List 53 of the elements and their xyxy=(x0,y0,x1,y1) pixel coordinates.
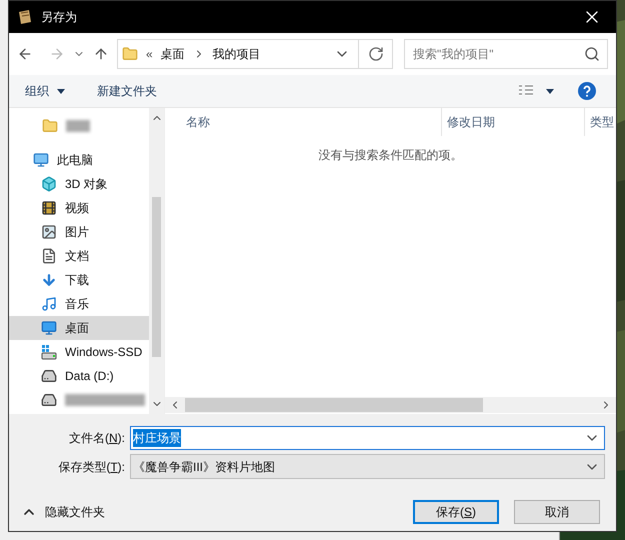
scroll-icon xyxy=(17,9,33,25)
breadcrumb[interactable]: 我的项目 xyxy=(212,45,261,63)
file-name-field[interactable]: 村庄场景 xyxy=(130,426,605,450)
monitor-icon xyxy=(33,152,49,168)
sidebar-item[interactable]: 3D 对象 xyxy=(9,172,149,196)
help-icon[interactable] xyxy=(578,82,596,100)
image-icon xyxy=(41,224,57,240)
up-button[interactable] xyxy=(93,46,109,62)
address-bar[interactable]: « 桌面 我的项目 xyxy=(117,39,393,69)
scroll-thumb[interactable] xyxy=(185,398,483,412)
refresh-icon[interactable] xyxy=(368,46,384,62)
breadcrumb[interactable]: 桌面 xyxy=(160,45,185,63)
cancel-button[interactable]: 取消 xyxy=(514,500,600,524)
sidebar-item[interactable]: 文档 xyxy=(9,244,149,268)
back-button[interactable] xyxy=(17,46,33,62)
windows-drive-icon xyxy=(41,344,57,360)
horizontal-scrollbar[interactable] xyxy=(165,397,616,413)
sidebar-item[interactable]: 桌面 xyxy=(9,316,149,340)
sidebar-item[interactable]: 下载 xyxy=(9,268,149,292)
monitor-icon xyxy=(41,320,57,336)
sidebar-item[interactable]: 此电脑 xyxy=(9,148,149,172)
search-icon xyxy=(584,46,600,62)
field-label: 文件名(N): xyxy=(68,430,126,447)
sidebar-item[interactable]: 音乐 xyxy=(9,292,149,316)
column-header[interactable]: 类型 xyxy=(585,108,616,136)
document-icon xyxy=(41,248,57,264)
organize-menu[interactable]: 组织 xyxy=(25,82,65,100)
sidebar-item[interactable]: 视频 xyxy=(9,196,149,220)
sidebar-item[interactable]: 图片 xyxy=(9,220,149,244)
caret-icon[interactable] xyxy=(546,88,554,94)
cube-icon xyxy=(41,176,57,192)
save-button[interactable]: 保存(S) xyxy=(413,500,499,524)
sidebar-item[interactable]: Data (D:) xyxy=(9,364,149,388)
window-title: 另存为 xyxy=(41,9,77,26)
field-label: 保存类型(T): xyxy=(57,458,126,476)
music-note-icon xyxy=(41,296,57,312)
column-header[interactable]: 修改日期 xyxy=(442,108,585,136)
film-icon xyxy=(41,200,57,216)
scroll-thumb[interactable] xyxy=(152,197,161,357)
vertical-scrollbar[interactable] xyxy=(149,108,164,414)
new-folder-button[interactable]: 新建文件夹 xyxy=(97,82,157,100)
arrow-down-icon xyxy=(41,272,57,288)
overflow-chevron[interactable]: « xyxy=(146,45,153,63)
column-header[interactable]: 名称 xyxy=(165,108,442,136)
empty-message: 没有与搜索条件匹配的项。 xyxy=(318,147,462,164)
folder-icon xyxy=(42,118,58,134)
sidebar-item[interactable]: Windows-SSD xyxy=(9,340,149,364)
hide-folders-toggle[interactable]: 隐藏文件夹 xyxy=(21,503,105,521)
selected-text: 村庄场景 xyxy=(133,429,181,447)
file-type-dropdown[interactable]: 《魔兽争霸III》资料片地图 xyxy=(130,454,605,479)
search-field[interactable]: 搜索"我的项目" xyxy=(404,39,608,69)
drive-icon xyxy=(41,368,57,384)
drive-icon xyxy=(41,392,57,408)
